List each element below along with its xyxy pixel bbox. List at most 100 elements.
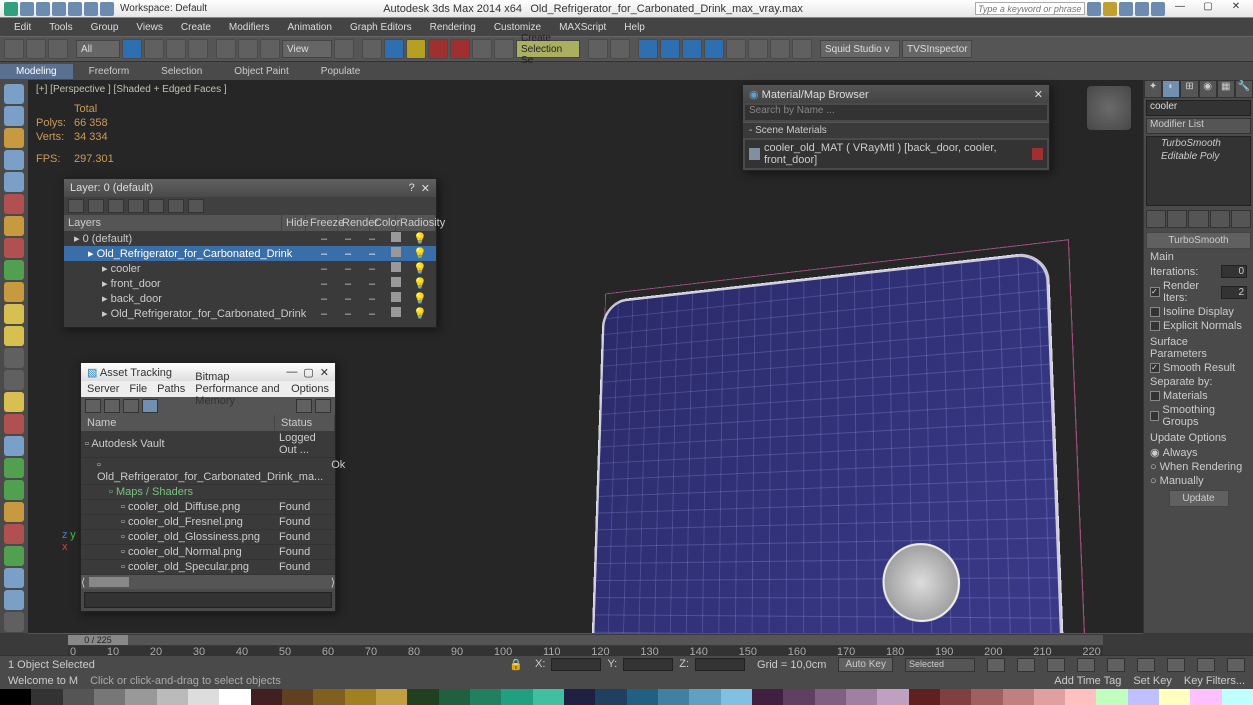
menu-animation[interactable]: Animation	[279, 20, 339, 35]
leftbtn[interactable]	[4, 216, 24, 236]
new-icon[interactable]	[20, 2, 34, 16]
asset-menu-paths[interactable]: Paths	[157, 383, 185, 395]
stack-turbosmooth[interactable]: TurboSmooth	[1147, 137, 1250, 150]
smooth-check[interactable]	[1150, 363, 1160, 373]
selection-filter[interactable]: All	[76, 40, 120, 58]
swatch[interactable]	[1034, 689, 1065, 705]
leftbtn[interactable]	[4, 304, 24, 324]
menu-views[interactable]: Views	[128, 20, 171, 35]
swatch[interactable]	[94, 689, 125, 705]
help-icon[interactable]	[1151, 2, 1165, 16]
mat-category[interactable]: - Scene Materials	[743, 122, 1049, 138]
layer-row[interactable]: ▸ 0 (default) ––– 💡	[64, 231, 436, 246]
swatch[interactable]	[313, 689, 344, 705]
asset-menu-options[interactable]: Options	[291, 383, 329, 395]
render-iter-spinner[interactable]: 2	[1221, 286, 1247, 299]
render-setup-button[interactable]	[748, 39, 768, 59]
swatch[interactable]	[188, 689, 219, 705]
swatch[interactable]	[533, 689, 564, 705]
link-icon[interactable]	[100, 2, 114, 16]
layer-select-icon[interactable]	[128, 199, 144, 213]
help-icon[interactable]: ?	[409, 182, 415, 195]
object-name-field[interactable]: cooler	[1146, 100, 1251, 116]
menu-tools[interactable]: Tools	[41, 20, 80, 35]
swatch[interactable]	[63, 689, 94, 705]
stack-editablepoly[interactable]: Editable Poly	[1147, 150, 1250, 163]
maximize-button[interactable]: ▢	[1195, 1, 1221, 17]
menu-help[interactable]: Help	[616, 20, 653, 35]
named-selection[interactable]: Create Selection Se	[516, 40, 580, 58]
asset-row[interactable]: ▫ Old_Refrigerator_for_Carbonated_Drink_…	[81, 458, 335, 485]
select-name-button[interactable]	[144, 39, 164, 59]
leftbtn[interactable]	[4, 370, 24, 390]
layer-row[interactable]: ▸ front_door ––– 💡	[64, 276, 436, 291]
spinner-snap-button[interactable]	[472, 39, 492, 59]
asset-row[interactable]: ▫ Maps / Shaders	[81, 485, 335, 500]
play-icon[interactable]	[1047, 658, 1065, 672]
swatch[interactable]	[157, 689, 188, 705]
ribbon-objectpaint[interactable]: Object Paint	[218, 64, 304, 79]
leftbtn[interactable]	[4, 84, 24, 104]
layer-add-icon[interactable]	[108, 199, 124, 213]
asset-tb-icon[interactable]	[315, 399, 331, 413]
ribbon-freeform[interactable]: Freeform	[73, 64, 146, 79]
swatch[interactable]	[846, 689, 877, 705]
z-field[interactable]	[695, 658, 745, 671]
align-button[interactable]	[610, 39, 630, 59]
x-field[interactable]	[551, 658, 601, 671]
swatch[interactable]	[627, 689, 658, 705]
layer-highlight-icon[interactable]	[148, 199, 164, 213]
undo-button[interactable]	[4, 39, 24, 59]
undo-icon[interactable]	[68, 2, 82, 16]
nav-orbit-icon[interactable]	[1197, 658, 1215, 672]
move-button[interactable]	[216, 39, 236, 59]
swatch[interactable]	[125, 689, 156, 705]
swatch[interactable]	[940, 689, 971, 705]
nav-pan-icon[interactable]	[1137, 658, 1155, 672]
plugin-tab-1[interactable]: Squid Studio v	[820, 40, 900, 58]
open-icon[interactable]	[36, 2, 50, 16]
asset-row[interactable]: ▫ cooler_old_Normal.pngFound	[81, 545, 335, 560]
swatch[interactable]	[1190, 689, 1221, 705]
cp-utilities-tab[interactable]: 🔧	[1235, 80, 1253, 98]
leftbtn[interactable]	[4, 524, 24, 544]
menu-rendering[interactable]: Rendering	[422, 20, 484, 35]
swatch[interactable]	[0, 689, 31, 705]
swatch[interactable]	[564, 689, 595, 705]
swatch[interactable]	[407, 689, 438, 705]
swatch[interactable]	[721, 689, 752, 705]
close-button[interactable]: ✕	[1223, 1, 1249, 17]
select-button[interactable]	[122, 39, 142, 59]
select-manipulate-button[interactable]	[362, 39, 382, 59]
rollout-header[interactable]: TurboSmooth	[1146, 232, 1251, 249]
ribbon-modeling[interactable]: Modeling	[0, 64, 73, 79]
y-field[interactable]	[623, 658, 673, 671]
close-icon[interactable]: ✕	[320, 366, 329, 379]
swatch[interactable]	[909, 689, 940, 705]
next-frame-icon[interactable]	[1077, 658, 1095, 672]
addtag-button[interactable]: Add Time Tag	[1054, 675, 1121, 687]
radio-render[interactable]: ○	[1150, 461, 1157, 473]
cp-display-tab[interactable]: ▦	[1217, 80, 1235, 98]
redo-icon[interactable]	[84, 2, 98, 16]
asset-tb-icon[interactable]	[123, 399, 139, 413]
swatch[interactable]	[1128, 689, 1159, 705]
nav-max-icon[interactable]	[1227, 658, 1245, 672]
leftbtn[interactable]	[4, 150, 24, 170]
asset-path-field[interactable]	[84, 592, 332, 608]
rendered-frame-button[interactable]	[770, 39, 790, 59]
cp-motion-tab[interactable]: ◉	[1199, 80, 1217, 98]
save-icon[interactable]	[52, 2, 66, 16]
plugin-tab-2[interactable]: TVSInspector	[902, 40, 972, 58]
autokey-button[interactable]: Auto Key	[838, 657, 893, 672]
goto-start-icon[interactable]	[987, 658, 1005, 672]
asset-row[interactable]: ▫ cooler_old_Specular.pngFound	[81, 560, 335, 575]
rotate-button[interactable]	[238, 39, 258, 59]
leftbtn[interactable]	[4, 282, 24, 302]
ribbon-populate[interactable]: Populate	[305, 64, 376, 79]
swatch[interactable]	[658, 689, 689, 705]
modifier-stack[interactable]: TurboSmooth Editable Poly	[1146, 136, 1251, 206]
swatch[interactable]	[1222, 689, 1253, 705]
asset-tb-icon[interactable]	[142, 399, 158, 413]
leftbtn[interactable]	[4, 172, 24, 192]
